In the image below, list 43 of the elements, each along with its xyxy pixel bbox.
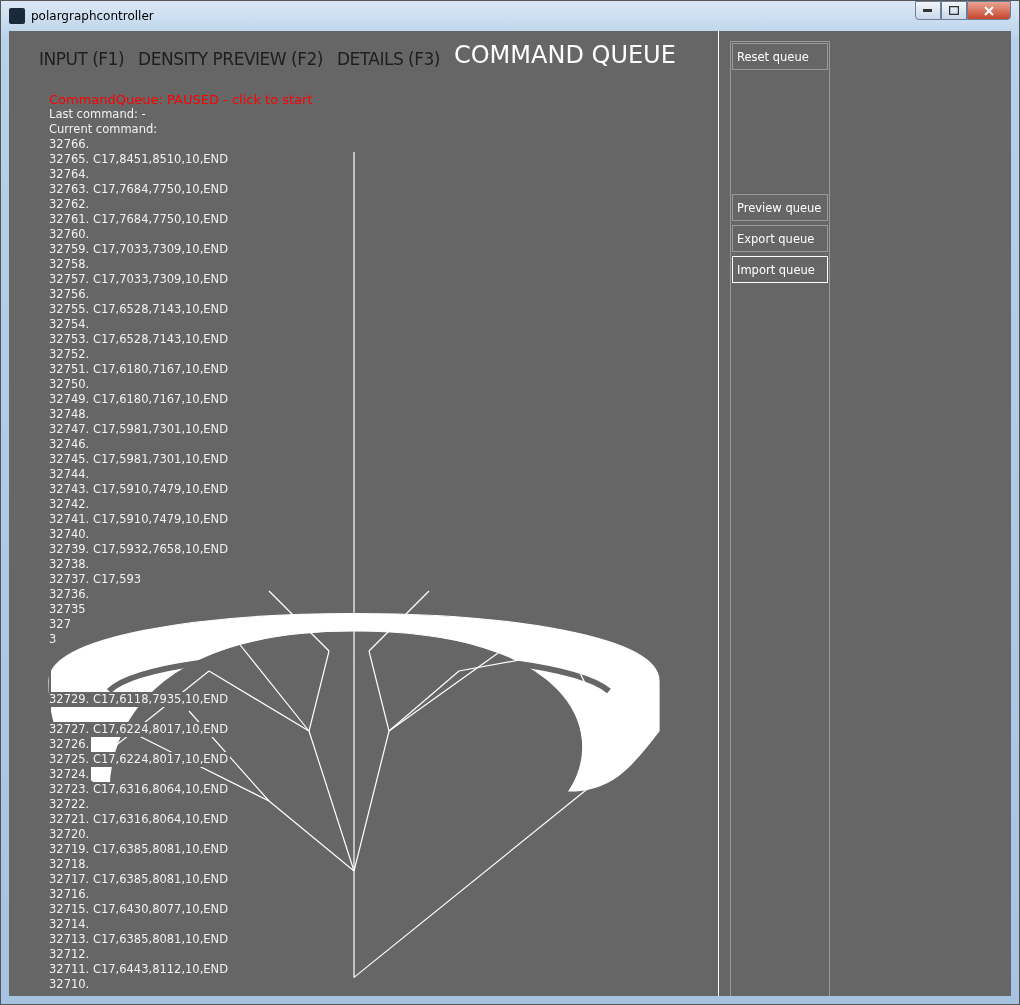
- queue-command: 32745. C17,5981,7301,10,END: [49, 452, 231, 467]
- queue-button[interactable]: Export queue: [732, 225, 828, 252]
- queue-command: 32721. C17,6316,8064,10,END: [49, 812, 231, 827]
- tab[interactable]: INPUT (F1): [39, 49, 125, 69]
- queue-command: 32723. C17,6316,8064,10,END: [49, 782, 231, 797]
- close-button[interactable]: [967, 1, 1011, 20]
- queue-command: 32747. C17,5981,7301,10,END: [49, 422, 231, 437]
- queue-command: 32761. C17,7684,7750,10,END: [49, 212, 231, 227]
- queue-command: 32719. C17,6385,8081,10,END: [49, 842, 231, 857]
- maximize-button[interactable]: [941, 1, 967, 20]
- queue-command: 32765. C17,8451,8510,10,END: [49, 152, 231, 167]
- queue-command: 32711. C17,6443,8112,10,END: [49, 962, 231, 977]
- queue-command: 32715. C17,6430,8077,10,END: [49, 902, 231, 917]
- queue-command: 32753. C17,6528,7143,10,END: [49, 332, 231, 347]
- queue-command: 32741. C17,5910,7479,10,END: [49, 512, 231, 527]
- maximize-icon: [949, 6, 959, 15]
- queue-command: 32725. C17,6224,8017,10,END: [49, 752, 231, 767]
- queue-command: 32727. C17,6224,8017,10,END: [49, 722, 231, 737]
- queue-command: 32749. C17,6180,7167,10,END: [49, 392, 231, 407]
- queue-command: 32759. C17,7033,7309,10,END: [49, 242, 231, 257]
- app-icon: [9, 8, 25, 24]
- minimize-button[interactable]: [915, 1, 941, 20]
- tab[interactable]: COMMAND QUEUE: [453, 41, 676, 69]
- tab[interactable]: DETAILS (F3): [336, 49, 440, 69]
- queue-button[interactable]: Import queue: [732, 256, 828, 283]
- queue-command: 32713. C17,6385,8081,10,END: [49, 932, 231, 947]
- close-icon: [984, 5, 994, 16]
- queue-command: 32739. C17,5932,7658,10,END: [49, 542, 231, 557]
- queue-command: 32724.: [49, 767, 92, 782]
- queue-command: 32751. C17,6180,7167,10,END: [49, 362, 231, 377]
- queue-command: 32743. C17,5910,7479,10,END: [49, 482, 231, 497]
- queue-command: 32757. C17,7033,7309,10,END: [49, 272, 231, 287]
- queue-command: 32755. C17,6528,7143,10,END: [49, 302, 231, 317]
- minimize-icon: [923, 8, 933, 13]
- window-title: polargraphcontroller: [31, 9, 154, 23]
- queue-command: 32717. C17,6385,8081,10,END: [49, 872, 231, 887]
- queue-button[interactable]: Reset queue: [732, 43, 828, 70]
- tab[interactable]: DENSITY PREVIEW (F2): [138, 49, 323, 69]
- queue-command: 32726.: [49, 737, 92, 752]
- queue-button[interactable]: Preview queue: [732, 194, 828, 221]
- queue-command: 32729. C17,6118,7935,10,END: [49, 692, 231, 707]
- queue-command: 32737. C17,593: [49, 572, 144, 587]
- queue-command: 32763. C17,7684,7750,10,END: [49, 182, 231, 197]
